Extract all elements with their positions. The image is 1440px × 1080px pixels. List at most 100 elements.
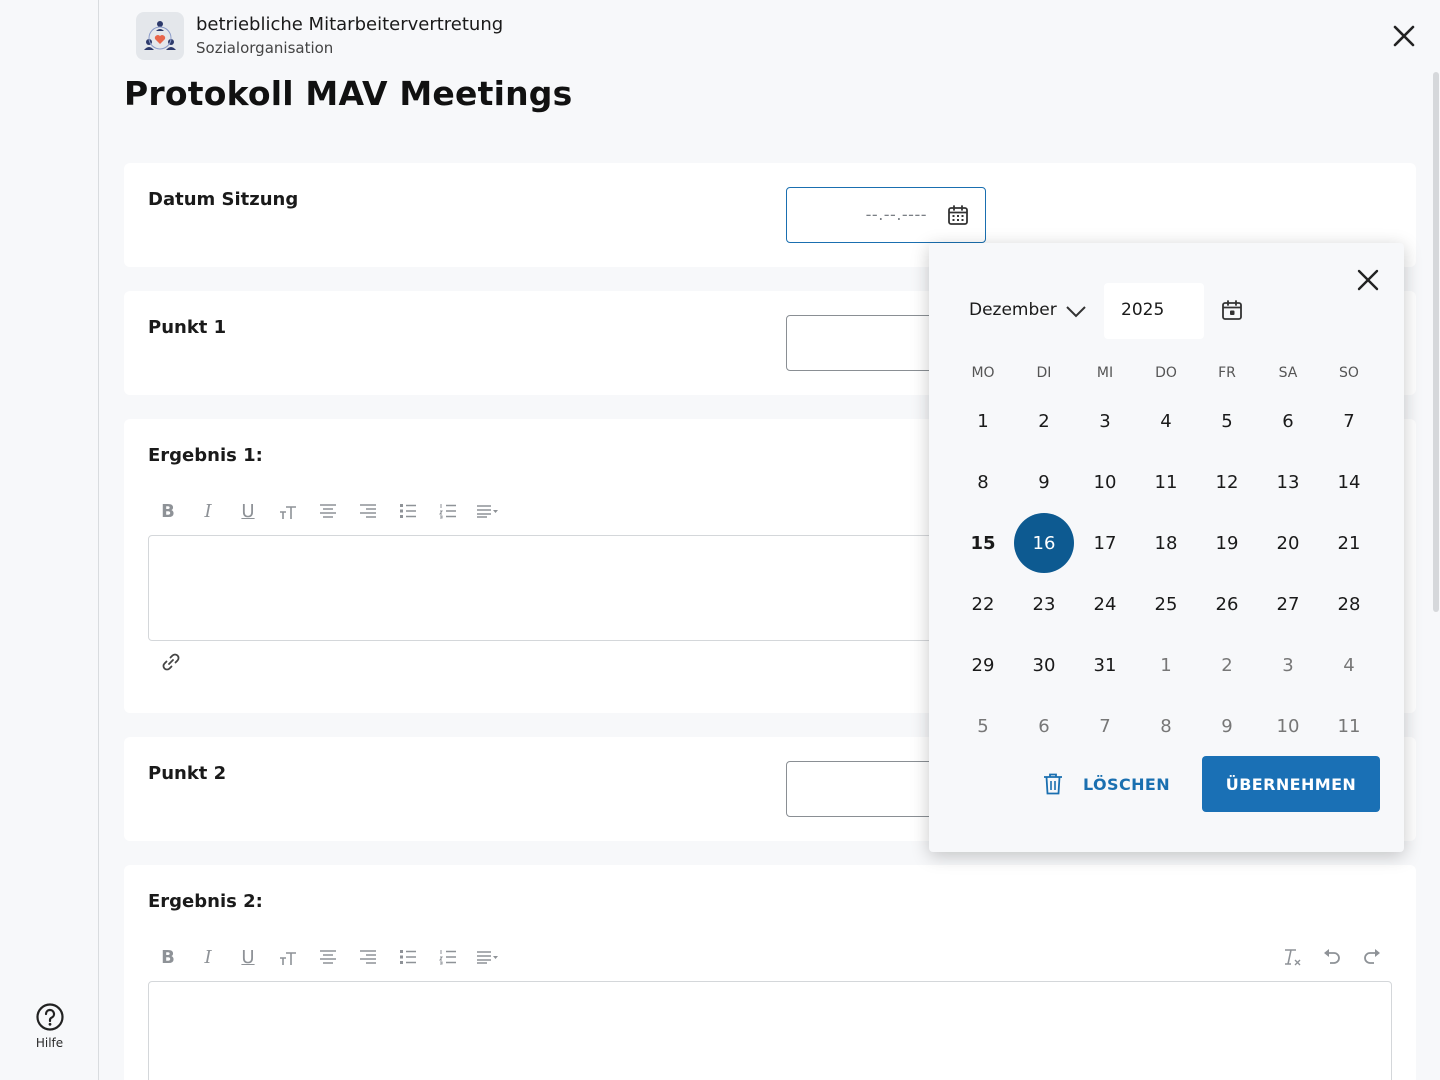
page-title: Protokoll MAV Meetings [124, 74, 573, 113]
align-right-icon [360, 950, 376, 964]
chevron-down-icon[interactable] [1065, 303, 1087, 319]
day-cell[interactable]: 18 [1136, 513, 1196, 573]
datepicker-popup: Dezember 2025 MO DI MI DO FR SA SO 1 2 3 4 5 6 7 8 9 10… [929, 243, 1404, 852]
month-select[interactable]: Dezember [969, 300, 1057, 320]
bullet-list-button[interactable] [388, 945, 428, 969]
day-cell[interactable]: 28 [1319, 574, 1379, 634]
underline-button[interactable]: U [228, 945, 268, 969]
undo-button[interactable] [1312, 945, 1352, 969]
day-cell[interactable]: 9 [1014, 452, 1074, 512]
day-cell[interactable]: 17 [1075, 513, 1135, 573]
ergebnis2-card: Ergebnis 2: B I U [124, 865, 1416, 1080]
ergebnis2-editor[interactable] [148, 981, 1392, 1080]
clear-button[interactable]: LÖSCHEN [1043, 773, 1170, 795]
left-sidebar: Hilfe [0, 0, 99, 1080]
redo-button[interactable] [1352, 945, 1392, 969]
day-cell[interactable]: 2 [1197, 635, 1257, 695]
close-icon [1357, 269, 1379, 291]
bullet-list-icon [400, 950, 416, 964]
align-center-icon [320, 950, 336, 964]
day-cell[interactable]: 20 [1258, 513, 1318, 573]
clear-format-icon [1285, 949, 1301, 966]
day-cell[interactable]: 10 [1258, 696, 1318, 756]
align-right-button[interactable] [348, 945, 388, 969]
day-cell[interactable]: 12 [1197, 452, 1257, 512]
link-icon[interactable] [160, 651, 182, 673]
bold-button[interactable]: B [148, 499, 188, 523]
day-cell[interactable]: 3 [1075, 391, 1135, 451]
day-cell[interactable]: 1 [1136, 635, 1196, 695]
team-heart-icon [144, 21, 176, 50]
align-dropdown-button[interactable] [468, 945, 508, 969]
bold-button[interactable]: B [148, 945, 188, 969]
day-cell[interactable]: 21 [1319, 513, 1379, 573]
day-cell[interactable]: 19 [1197, 513, 1257, 573]
align-center-icon [320, 504, 336, 518]
numbered-list-button[interactable] [428, 499, 468, 523]
day-cell[interactable]: 2 [1014, 391, 1074, 451]
italic-button[interactable]: I [188, 945, 228, 969]
day-cell[interactable]: 25 [1136, 574, 1196, 634]
clear-label: LÖSCHEN [1083, 774, 1171, 794]
day-cell[interactable]: 11 [1319, 696, 1379, 756]
date-input[interactable]: --.--.---- [786, 187, 986, 243]
italic-button[interactable]: I [188, 499, 228, 523]
day-cell[interactable]: 11 [1136, 452, 1196, 512]
calendar-icon[interactable] [947, 204, 969, 226]
day-cell[interactable]: 4 [1319, 635, 1379, 695]
day-cell[interactable]: 10 [1075, 452, 1135, 512]
bullet-list-icon [400, 504, 416, 518]
trash-icon [1044, 773, 1062, 795]
align-center-button[interactable] [308, 499, 348, 523]
text-size-button[interactable] [268, 499, 308, 523]
clear-format-button[interactable] [1272, 945, 1312, 969]
day-cell[interactable]: 6 [1258, 391, 1318, 451]
day-cell[interactable]: 3 [1258, 635, 1318, 695]
day-cell[interactable]: 31 [1075, 635, 1135, 695]
year-value: 2025 [1121, 300, 1165, 320]
weekday-label: SA [1278, 365, 1298, 381]
text-size-button[interactable] [268, 945, 308, 969]
close-button[interactable] [1388, 20, 1420, 52]
align-right-button[interactable] [348, 499, 388, 523]
app-subtitle: Sozialorganisation [196, 39, 334, 57]
numbered-list-button[interactable] [428, 945, 468, 969]
help-button[interactable]: Hilfe [0, 1002, 99, 1050]
day-cell[interactable]: 5 [953, 696, 1013, 756]
scrollbar[interactable] [1433, 72, 1439, 612]
day-cell[interactable]: 23 [1014, 574, 1074, 634]
editor-toolbar: B I U [148, 499, 508, 523]
day-cell[interactable]: 7 [1075, 696, 1135, 756]
bullet-list-button[interactable] [388, 499, 428, 523]
datepicker-close-button[interactable] [1353, 265, 1383, 295]
day-cell-today[interactable]: 15 [953, 513, 1013, 573]
day-cell[interactable]: 9 [1197, 696, 1257, 756]
close-icon [1393, 25, 1415, 47]
day-cell[interactable]: 5 [1197, 391, 1257, 451]
redo-icon [1364, 949, 1380, 964]
editor-toolbar-right [1272, 945, 1392, 969]
underline-button[interactable]: U [228, 499, 268, 523]
weekday-label: DO [1155, 365, 1177, 381]
day-cell[interactable]: 8 [953, 452, 1013, 512]
day-cell[interactable]: 4 [1136, 391, 1196, 451]
day-cell[interactable]: 14 [1319, 452, 1379, 512]
day-cell[interactable]: 8 [1136, 696, 1196, 756]
year-input[interactable]: 2025 [1104, 283, 1204, 339]
day-cell[interactable]: 22 [953, 574, 1013, 634]
align-center-button[interactable] [308, 945, 348, 969]
day-cell[interactable]: 6 [1014, 696, 1074, 756]
day-cell[interactable]: 7 [1319, 391, 1379, 451]
calendar-today-icon[interactable] [1221, 299, 1243, 321]
align-dropdown-button[interactable] [468, 499, 508, 523]
day-cell[interactable]: 24 [1075, 574, 1135, 634]
day-cell[interactable]: 30 [1014, 635, 1074, 695]
day-cell-selected[interactable]: 16 [1014, 513, 1074, 573]
day-cell[interactable]: 13 [1258, 452, 1318, 512]
apply-button[interactable]: ÜBERNEHMEN [1202, 756, 1380, 812]
day-cell[interactable]: 29 [953, 635, 1013, 695]
day-cell[interactable]: 27 [1258, 574, 1318, 634]
day-cell[interactable]: 26 [1197, 574, 1257, 634]
day-cell[interactable]: 1 [953, 391, 1013, 451]
weekday-label: SO [1339, 365, 1359, 381]
